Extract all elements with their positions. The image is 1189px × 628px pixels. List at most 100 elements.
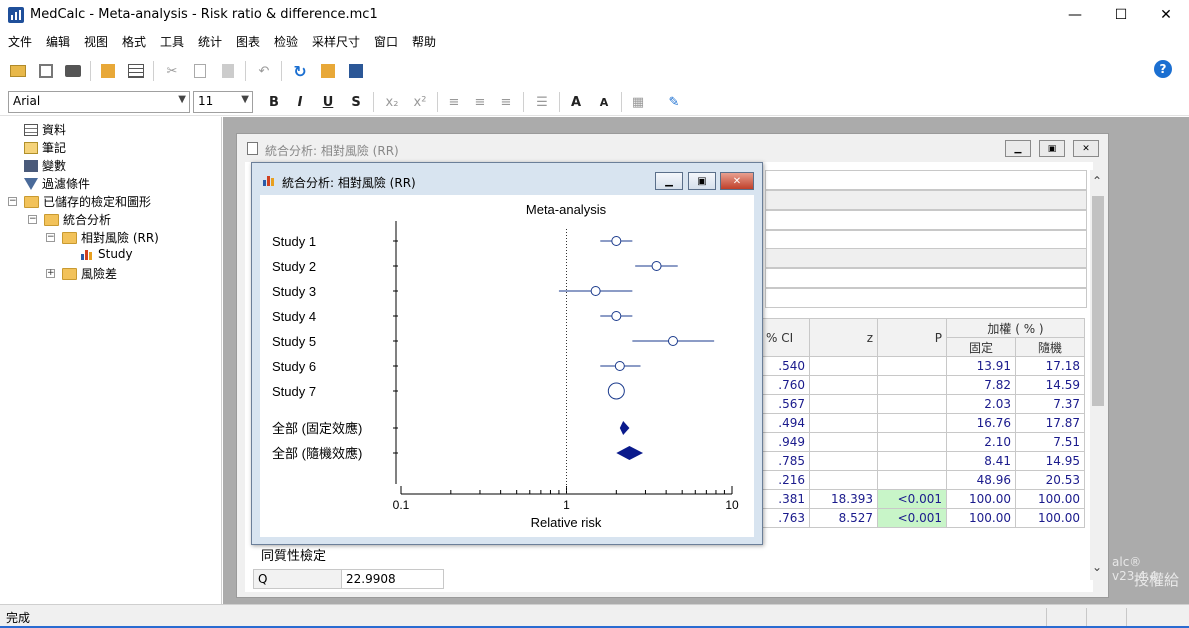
random-cell: 100.00 [1015, 508, 1085, 528]
menu-graphs[interactable]: 图表 [236, 33, 260, 50]
chart-restore-button[interactable]: ▣ [688, 172, 716, 190]
format-toolbar: Arial ▼ 11 ▼ B I U S x₂ x² ≡ ≡ ≡ ☰ A A ▦… [0, 88, 1189, 116]
print-icon[interactable] [63, 61, 83, 81]
variables-icon [24, 159, 38, 172]
underline-button[interactable]: U [318, 92, 338, 112]
chart-title: Meta-analysis [526, 202, 607, 217]
minimize-button[interactable]: — [1052, 0, 1098, 30]
word-export-icon[interactable] [346, 61, 366, 81]
maximize-button[interactable]: ☐ [1098, 0, 1144, 30]
collapse-icon[interactable]: − [28, 215, 37, 224]
random-cell: 7.51 [1015, 432, 1085, 452]
superscript-button[interactable]: x² [410, 92, 430, 112]
scroll-up-icon[interactable]: ⌃ [1092, 174, 1102, 188]
menu-tests[interactable]: 检验 [274, 33, 298, 50]
tree-item-label: Study [98, 247, 133, 261]
results-restore-button[interactable]: ▣ [1039, 140, 1065, 157]
bold-button[interactable]: B [264, 92, 284, 112]
results-close-button[interactable]: ✕ [1073, 140, 1099, 157]
results-minimize-button[interactable]: ▁ [1005, 140, 1031, 157]
tree-item-meta-analysis[interactable]: 統合分析 [44, 211, 111, 228]
z-header: z [809, 318, 878, 357]
chart-close-button[interactable]: ✕ [720, 172, 754, 190]
p-cell [877, 375, 947, 395]
chart-minimize-button[interactable]: ▁ [655, 172, 683, 190]
menu-help[interactable]: 帮助 [412, 33, 436, 50]
study-label: Study 4 [272, 309, 316, 324]
menu-file[interactable]: 文件 [8, 33, 32, 50]
align-right-icon[interactable]: ≡ [496, 92, 516, 112]
copy-sheet-icon[interactable] [98, 61, 118, 81]
brush-icon[interactable]: ✎ [664, 92, 684, 112]
paste-icon[interactable] [218, 61, 238, 81]
menu-view[interactable]: 视图 [84, 33, 108, 50]
ci-cell: .785 [761, 451, 810, 471]
undo-icon[interactable]: ↶ [254, 61, 274, 81]
strike-button[interactable]: S [346, 92, 366, 112]
menu-window[interactable]: 窗口 [374, 33, 398, 50]
help-icon[interactable]: ? [1154, 60, 1172, 78]
tree-item-filters[interactable]: 過濾條件 [24, 175, 90, 192]
decrease-font-icon[interactable]: A [594, 92, 614, 112]
p-header: P [877, 318, 947, 357]
menu-edit[interactable]: 编辑 [46, 33, 70, 50]
tree-item-saved-tests[interactable]: 已儲存的檢定和圖形 [24, 193, 151, 210]
expand-icon[interactable]: + [46, 269, 55, 278]
open-icon[interactable] [8, 61, 28, 81]
tree-item-label: 風險差 [81, 267, 118, 281]
random-cell: 14.59 [1015, 375, 1085, 395]
subscript-button[interactable]: x₂ [382, 92, 402, 112]
random-cell: 17.18 [1015, 356, 1085, 376]
study-label: Study 1 [272, 234, 316, 249]
cut-icon[interactable]: ✂ [162, 61, 182, 81]
tree-item-notes[interactable]: 筆記 [24, 139, 66, 156]
ci-cell: .494 [761, 413, 810, 433]
menu-format[interactable]: 格式 [122, 33, 146, 50]
increase-font-icon[interactable]: A [566, 92, 586, 112]
random-header: 隨機 [1015, 337, 1085, 357]
align-left-icon[interactable]: ≡ [444, 92, 464, 112]
copy-icon[interactable] [190, 61, 210, 81]
z-cell [809, 451, 878, 471]
results-table: % CI z P 加權 ( % ) 固定 隨機 .540 13.91 17.18 .… [761, 318, 1085, 528]
tree-item-data[interactable]: 資料 [24, 121, 66, 138]
format-options-icon[interactable]: ▦ [628, 92, 648, 112]
pooled-diamond [616, 446, 644, 460]
refresh-icon[interactable]: ↻ [290, 61, 310, 81]
bullet-list-icon[interactable]: ☰ [532, 92, 552, 112]
italic-button[interactable]: I [290, 92, 310, 112]
window-title: MedCalc - Meta-analysis - Risk ratio & d… [30, 7, 378, 22]
tree-item-relative-risk[interactable]: 相對風險 (RR) [62, 229, 159, 246]
close-button[interactable]: ✕ [1143, 0, 1189, 30]
font-size-select[interactable]: 11 ▼ [193, 91, 253, 113]
save-icon[interactable] [36, 61, 56, 81]
z-cell [809, 413, 878, 433]
collapse-icon[interactable]: − [46, 233, 55, 242]
navigation-tree: 資料 筆記 變數 過濾條件 − 已儲存的檢定和圖形 − 統合分析 − 相對風險 … [0, 117, 222, 604]
menu-statistics[interactable]: 统计 [198, 33, 222, 50]
scroll-down-icon[interactable]: ⌄ [1092, 560, 1102, 574]
collapse-icon[interactable]: − [8, 197, 17, 206]
z-cell: 8.527 [809, 508, 878, 528]
font-select[interactable]: Arial ▼ [8, 91, 190, 113]
export-icon[interactable] [318, 61, 338, 81]
fixed-cell: 48.96 [946, 470, 1016, 490]
tree-item-label: 相對風險 (RR) [81, 231, 159, 245]
results-scrollbar[interactable]: ⌃ ⌄ [1090, 170, 1106, 580]
spreadsheet-icon[interactable] [126, 61, 146, 81]
menu-sample-size[interactable]: 采样尺寸 [312, 33, 360, 50]
tree-item-variables[interactable]: 變數 [24, 157, 66, 174]
table-row: .760 7.82 14.59 [761, 375, 1085, 395]
scroll-thumb[interactable] [1092, 196, 1104, 406]
study-marker [614, 361, 625, 371]
align-center-icon[interactable]: ≡ [470, 92, 490, 112]
results-window-title: 統合分析: 相對風險 (RR) [265, 144, 399, 158]
pooled-diamond [619, 421, 630, 435]
menu-bar: 文件 编辑 视图 格式 工具 统计 图表 检验 采样尺寸 窗口 帮助 [0, 30, 1189, 52]
study-marker [611, 236, 622, 246]
fixed-cell: 16.76 [946, 413, 1016, 433]
tree-item-study[interactable]: Study [80, 247, 133, 261]
menu-tools[interactable]: 工具 [160, 33, 184, 50]
tree-item-risk-difference[interactable]: 風險差 [62, 265, 117, 282]
p-cell [877, 451, 947, 471]
